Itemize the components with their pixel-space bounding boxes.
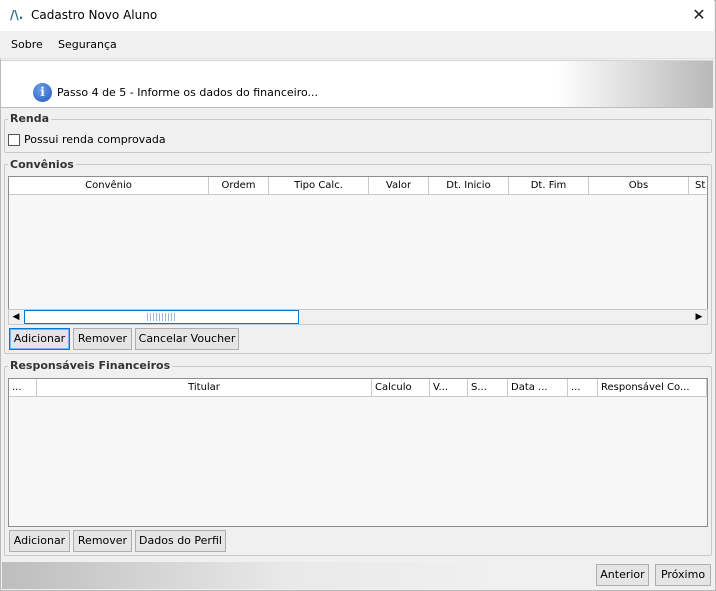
renda-legend: Renda	[8, 112, 52, 125]
window-title: Cadastro Novo Aluno	[31, 8, 158, 22]
cancel-voucher-button[interactable]: Cancelar Voucher	[135, 328, 239, 350]
column-header-st[interactable]: St	[689, 177, 707, 195]
app-logo-icon: /\.	[10, 8, 24, 22]
scroll-left-arrow-icon[interactable]: ◀	[10, 310, 22, 324]
renda-checkbox-label: Possui renda comprovada	[24, 133, 166, 146]
previous-button[interactable]: Anterior	[596, 564, 649, 586]
column-header-tipo-calc[interactable]: Tipo Calc.	[269, 177, 369, 195]
responsaveis-remove-button[interactable]: Remover	[73, 530, 132, 552]
column-header-extra[interactable]: ...	[568, 379, 598, 397]
step-banner	[1, 60, 713, 108]
profile-data-button[interactable]: Dados do Perfil	[135, 530, 226, 552]
responsaveis-grid[interactable]: ... Titular Calculo V... S... Data ... .…	[8, 378, 708, 527]
convenios-remove-button[interactable]: Remover	[73, 328, 132, 350]
column-header-data[interactable]: Data ...	[508, 379, 568, 397]
column-header-responsavel-co[interactable]: Responsável Co...	[598, 379, 707, 397]
column-header-v[interactable]: V...	[430, 379, 468, 397]
menu-item-sobre[interactable]: Sobre	[11, 38, 43, 51]
column-header-dt-fim[interactable]: Dt. Fim	[509, 177, 589, 195]
scroll-grip-icon	[147, 313, 177, 321]
column-header-convenio[interactable]: Convênio	[9, 177, 209, 195]
column-header-titular[interactable]: Titular	[37, 379, 372, 397]
column-header-valor[interactable]: Valor	[369, 177, 429, 195]
column-header-calculo[interactable]: Calculo	[372, 379, 430, 397]
column-header-obs[interactable]: Obs	[589, 177, 689, 195]
column-header-s[interactable]: S...	[468, 379, 508, 397]
scroll-right-arrow-icon[interactable]: ▶	[693, 310, 705, 324]
close-button[interactable]: ✕	[684, 0, 714, 31]
convenios-add-button[interactable]: Adicionar	[9, 328, 70, 350]
responsaveis-add-button[interactable]: Adicionar	[9, 530, 70, 552]
column-header-dt-inicio[interactable]: Dt. Inicio	[429, 177, 509, 195]
convenios-legend: Convênios	[8, 158, 76, 171]
column-header-ordem[interactable]: Ordem	[209, 177, 269, 195]
info-icon: i	[33, 83, 52, 102]
responsaveis-legend: Responsáveis Financeiros	[8, 359, 173, 372]
step-text: Passo 4 de 5 - Informe os dados do finan…	[57, 86, 319, 99]
menu-item-seguranca[interactable]: Segurança	[58, 38, 117, 51]
renda-checkbox[interactable]	[8, 134, 20, 146]
convenios-grid[interactable]: Convênio Ordem Tipo Calc. Valor Dt. Inic…	[8, 176, 708, 325]
column-header-select[interactable]: ...	[9, 379, 37, 397]
next-button[interactable]: Próximo	[655, 564, 711, 586]
